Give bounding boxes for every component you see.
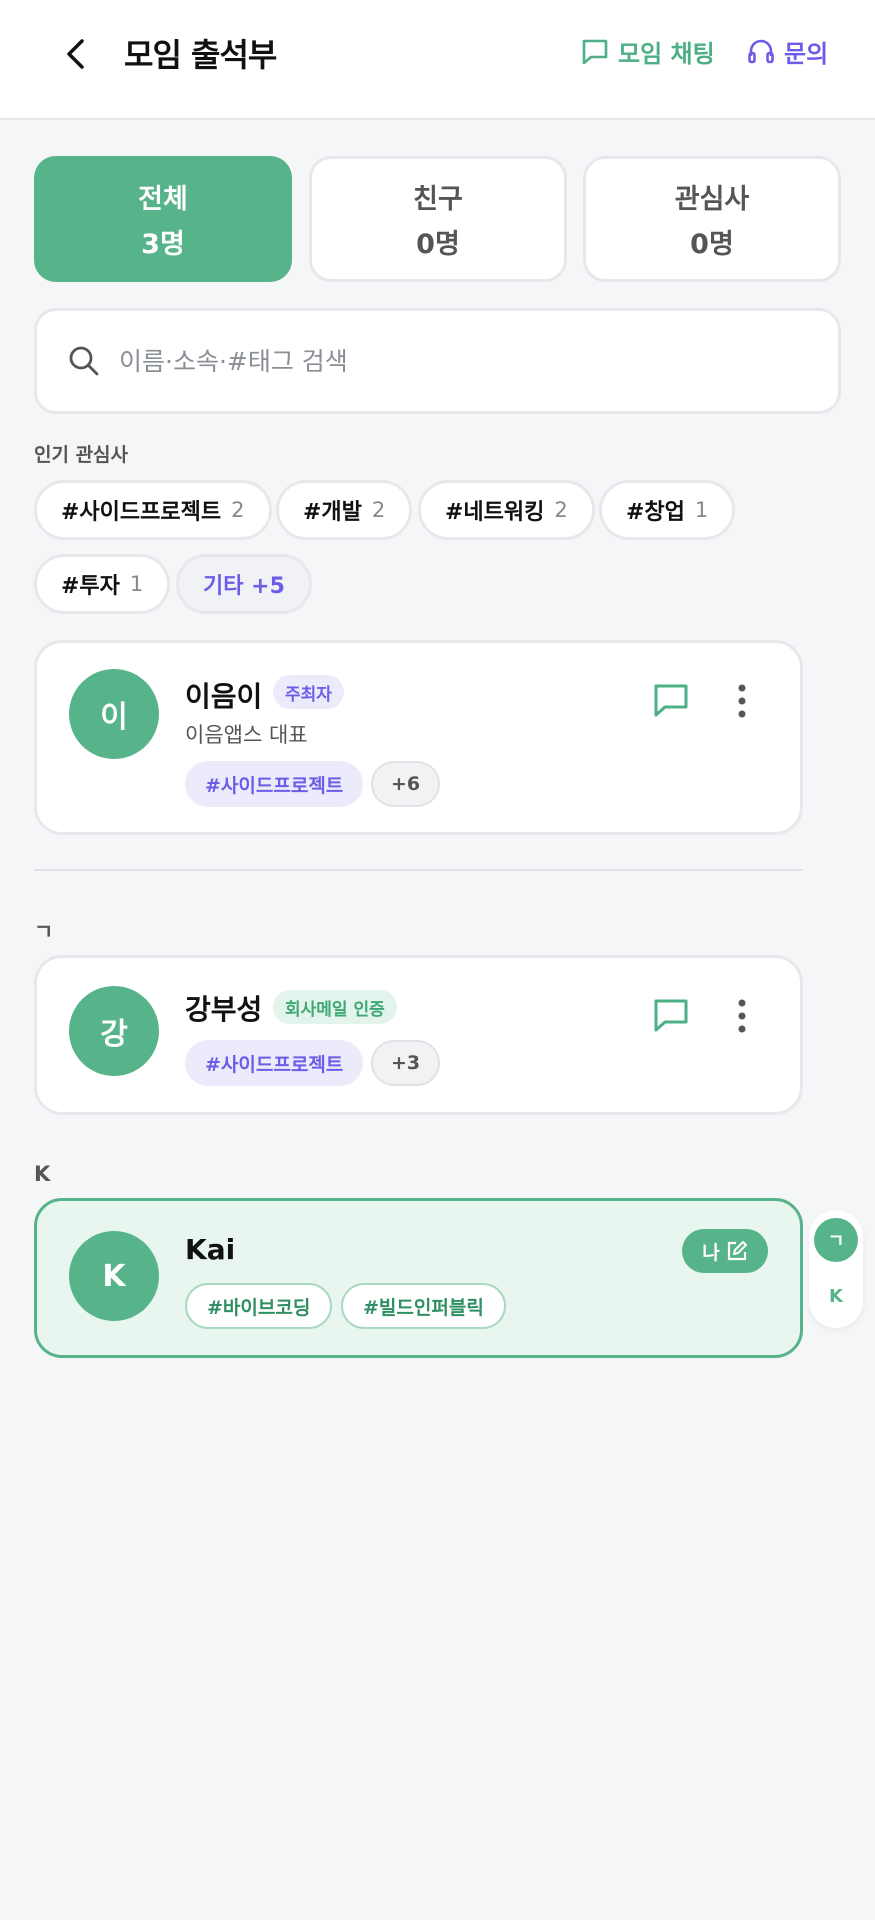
tab-all-count: 3명 [141, 229, 185, 260]
member-name: 이음이 [185, 680, 263, 713]
member-card-me[interactable]: K Kai 나 #바이브코딩 #빌드인퍼블릭 [34, 1198, 803, 1358]
group-chat-label: 모임 채팅 [618, 40, 715, 68]
tab-all[interactable]: 전체 3명 [34, 156, 292, 282]
member-card-host[interactable]: 이 이음이 주최자 이음앱스 대표 #사이드프로젝트 +6 [34, 640, 803, 835]
avatar: 이 [69, 669, 159, 759]
member-tag: #사이드프로젝트 [185, 1040, 364, 1086]
interest-chip-count: 2 [554, 498, 568, 522]
chat-bubble-icon [582, 39, 608, 64]
tab-interests-label: 관심사 [674, 184, 750, 215]
interest-chip-count: 1 [129, 572, 144, 596]
message-button[interactable] [649, 994, 693, 1038]
interest-chip-tag: #사이드프로젝트 [61, 500, 222, 525]
more-options-button[interactable] [727, 679, 757, 723]
edit-icon [727, 1241, 747, 1261]
interest-chip[interactable]: #개발 2 [276, 480, 413, 540]
tab-all-label: 전체 [138, 184, 188, 215]
verified-badge: 회사메일 인증 [273, 990, 397, 1024]
page-title: 모임 출석부 [124, 36, 277, 74]
member-card[interactable]: 강 강부성 회사메일 인증 #사이드프로젝트 +3 [34, 955, 803, 1115]
index-header: K [34, 1162, 51, 1186]
interest-chip-count: 1 [694, 498, 709, 522]
tab-friends-count: 0명 [416, 229, 460, 260]
interest-chip-tag: #네트워킹 [445, 500, 545, 525]
interest-chip[interactable]: #창업 1 [599, 480, 736, 540]
index-header: ㄱ [34, 920, 54, 944]
interest-chip-tag: #개발 [303, 500, 362, 525]
chevron-left-icon [67, 39, 84, 69]
member-name: Kai [185, 1233, 236, 1266]
index-rail-item[interactable]: K [814, 1274, 858, 1318]
search-icon [69, 346, 99, 376]
group-chat-button[interactable]: 모임 채팅 [580, 34, 715, 69]
inquiry-button[interactable]: 문의 [746, 34, 828, 69]
index-rail-item-active[interactable]: ㄱ [814, 1218, 858, 1262]
more-vertical-icon [738, 999, 746, 1033]
more-options-button[interactable] [727, 994, 757, 1038]
chat-bubble-icon [654, 684, 688, 717]
avatar: K [69, 1231, 159, 1321]
chat-bubble-icon [654, 999, 688, 1032]
back-button[interactable] [56, 34, 96, 74]
edit-profile-button[interactable]: 나 [682, 1229, 768, 1273]
more-tags-button[interactable]: +6 [371, 761, 441, 807]
popular-interests-label: 인기 관심사 [34, 444, 129, 466]
tab-interests-count: 0명 [690, 229, 734, 260]
member-tag: #빌드인퍼블릭 [341, 1283, 506, 1329]
message-button[interactable] [649, 679, 693, 723]
interest-chip-count: 2 [371, 498, 386, 522]
interest-chip[interactable]: #투자 1 [34, 554, 171, 614]
headset-icon [748, 39, 774, 63]
more-tags-button[interactable]: +3 [371, 1040, 441, 1086]
interest-chip-tag: #투자 [61, 574, 120, 599]
host-badge: 주최자 [273, 675, 344, 709]
search-input[interactable] [119, 346, 799, 376]
index-rail: ㄱ K [809, 1210, 863, 1328]
search-box [34, 308, 841, 414]
me-label: 나 [702, 1241, 720, 1264]
member-tag: #사이드프로젝트 [185, 761, 364, 807]
divider [34, 869, 803, 871]
interest-chip-count: 2 [231, 498, 245, 522]
app-header: 모임 출석부 모임 채팅 문의 [0, 0, 875, 120]
more-vertical-icon [738, 684, 746, 718]
member-name: 강부성 [185, 993, 263, 1026]
tab-friends-label: 친구 [413, 184, 463, 215]
tab-friends[interactable]: 친구 0명 [309, 156, 567, 282]
more-interests-chip[interactable]: 기타 +5 [176, 554, 312, 614]
tab-interests[interactable]: 관심사 0명 [583, 156, 841, 282]
avatar: 강 [69, 986, 159, 1076]
interest-chip[interactable]: #네트워킹 2 [418, 480, 595, 540]
inquiry-label: 문의 [784, 40, 829, 68]
interest-chip[interactable]: #사이드프로젝트 2 [34, 480, 272, 540]
interest-chip-tag: #창업 [626, 500, 685, 525]
member-tag: #바이브코딩 [185, 1283, 333, 1329]
member-affiliation: 이음앱스 대표 [185, 723, 308, 747]
